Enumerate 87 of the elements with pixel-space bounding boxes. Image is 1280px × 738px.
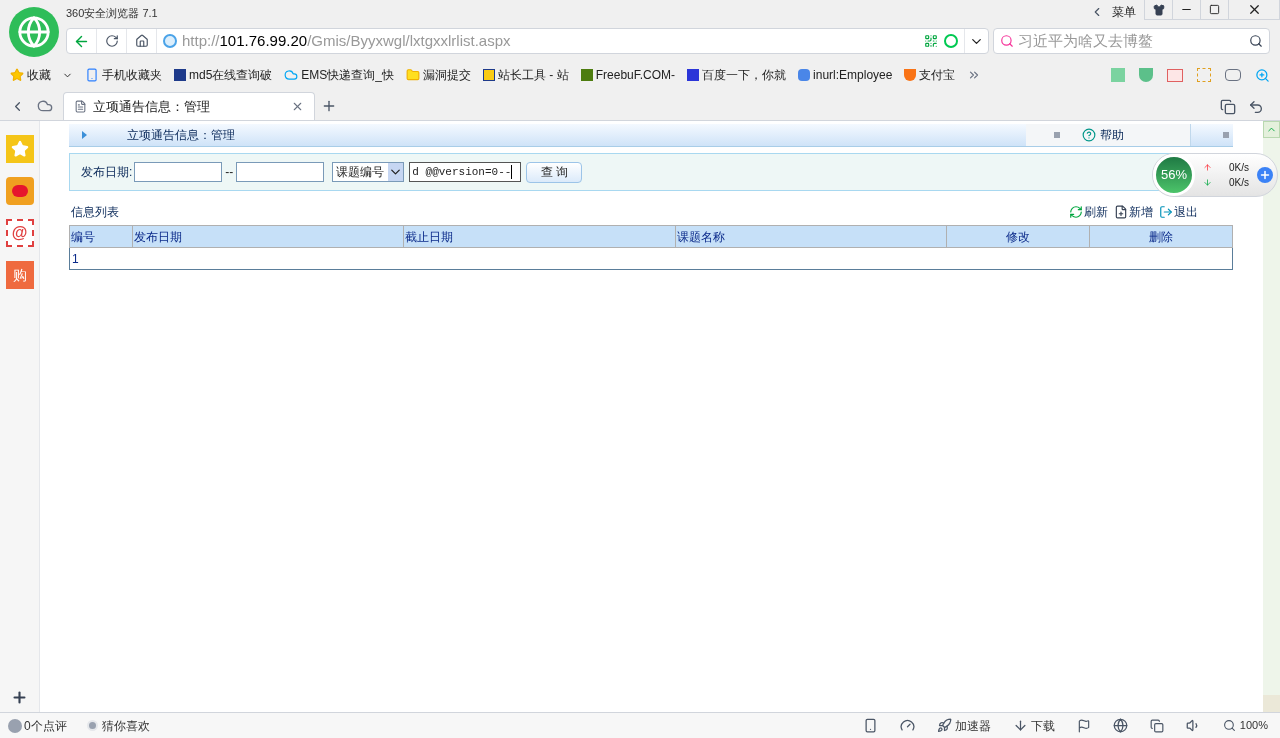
download-speed: 0K/s	[1229, 176, 1249, 190]
help-label: 帮助	[1100, 127, 1124, 144]
browser-logo[interactable]	[9, 7, 59, 57]
phone-icon[interactable]	[862, 718, 878, 733]
menu-button[interactable]: 菜单	[1112, 3, 1136, 21]
search-icon[interactable]	[1222, 719, 1236, 732]
cloud-icon[interactable]	[37, 98, 53, 114]
download-link[interactable]: 下载	[1030, 716, 1055, 735]
reload-icon	[104, 34, 119, 48]
table-cell: 1	[69, 247, 133, 270]
star-icon	[10, 68, 24, 82]
exit-icon	[1159, 205, 1173, 219]
refresh-icon	[1069, 205, 1083, 219]
bookmark-link[interactable]: 支付宝	[919, 66, 956, 84]
header-title: 立项通告信息：管理	[127, 127, 235, 144]
shirt-icon	[1152, 3, 1165, 16]
triangle-icon	[82, 131, 87, 139]
select-value: 课题编号	[336, 164, 386, 181]
site-icon	[163, 34, 177, 48]
phone-icon	[85, 68, 99, 82]
tab-title: 立项通告信息：管理	[93, 97, 211, 116]
speedometer-icon[interactable]	[899, 718, 915, 733]
search-field[interactable]: 习近平为啥又去博鳌	[993, 28, 1270, 54]
add-icon[interactable]	[11, 689, 28, 706]
bookmark-link[interactable]: 收藏	[27, 66, 51, 84]
date-separator: --	[225, 164, 234, 181]
mail-icon[interactable]: @	[5, 219, 34, 247]
memory-gauge[interactable]: 56%	[1153, 154, 1195, 196]
home-icon	[134, 34, 149, 48]
url-text: http://101.76.99.20/Gmis/Byyxwgl/lxtgxxlrlist.aspx	[182, 30, 511, 51]
toolbar-link[interactable]: 退出	[1174, 203, 1198, 221]
recommend-link[interactable]: 猜你喜欢	[101, 716, 150, 735]
toolbar-link[interactable]: 刷新	[1084, 203, 1108, 221]
window-icon[interactable]	[1149, 718, 1164, 733]
upload-icon	[1203, 163, 1212, 172]
download-icon	[1203, 178, 1212, 187]
document-icon	[74, 100, 87, 113]
help-icon	[1082, 128, 1096, 142]
column-header: 课题名称	[675, 225, 947, 248]
accelerator-link[interactable]: 加速器	[954, 716, 991, 735]
download-icon[interactable]	[1012, 718, 1028, 733]
bookmark-link[interactable]: md5在线查询破	[189, 66, 273, 84]
help-tab[interactable]: 帮助	[1026, 124, 1191, 146]
column-header: 截止日期	[403, 225, 676, 248]
new-document-icon	[1114, 205, 1128, 219]
qr-code-icon[interactable]	[924, 34, 938, 48]
column-header: 发布日期	[132, 225, 404, 248]
tabs-icon[interactable]	[1220, 99, 1236, 115]
column-header: 编号	[69, 225, 133, 248]
bookmark-link[interactable]: 漏洞提交	[423, 66, 472, 84]
bookmark-link[interactable]: inurl:Employee	[813, 66, 893, 84]
search-icon[interactable]	[1249, 34, 1263, 48]
bookmark-link[interactable]: 百度一下，你就	[702, 66, 787, 84]
browser-mode-icon[interactable]	[1112, 718, 1128, 733]
bookmark-link[interactable]: 站长工具 - 站	[498, 66, 569, 84]
search-input[interactable]: 习近平为啥又去博鳌	[1018, 29, 1249, 53]
filter-label: 发布日期:	[81, 164, 133, 181]
zoom-icon[interactable]	[1255, 67, 1270, 83]
zoom-level[interactable]: 100%	[1239, 717, 1268, 734]
speed-widget[interactable]: 56% 0K/s 0K/s	[1152, 153, 1278, 197]
bookmark-link[interactable]: EMS快递查询_快	[301, 66, 395, 84]
start-date-input[interactable]	[134, 162, 223, 182]
rocket-icon[interactable]	[936, 718, 952, 733]
end-date-input[interactable]	[236, 162, 325, 182]
browser-tab[interactable]: 立项通告信息：管理	[63, 92, 315, 120]
flag-icon[interactable]	[1076, 718, 1091, 733]
upload-speed: 0K/s	[1229, 161, 1249, 175]
column-header: 修改	[946, 225, 1090, 248]
maximize-icon	[1209, 4, 1220, 15]
address-bar[interactable]: http://101.76.99.20/Gmis/Byyxwgl/lxtgxxlrlist.aspx	[66, 28, 989, 54]
column-header: 删除	[1089, 225, 1233, 248]
new-tab-icon[interactable]	[321, 98, 337, 114]
shield-icon	[904, 69, 917, 81]
undo-icon[interactable]	[1248, 99, 1264, 115]
toolbar-link[interactable]: 新增	[1129, 203, 1153, 221]
close-icon[interactable]	[291, 100, 304, 113]
reviews-link[interactable]: 0个点评	[24, 716, 67, 735]
query-button[interactable]: 查 询	[526, 161, 583, 183]
cloud-icon	[284, 68, 299, 82]
query-input[interactable]: d @@version=0--	[409, 162, 522, 182]
scrollbar-corner	[1263, 695, 1280, 712]
bookmark-link[interactable]: 手机收藏夹	[102, 66, 162, 84]
bookmark-link[interactable]: FreebuF.COM-	[595, 66, 676, 84]
field-select[interactable]: 课题编号	[332, 162, 405, 182]
window-title: 360安全浏览器 7.1	[66, 6, 158, 21]
folder-icon	[406, 68, 421, 82]
list-title: 信息列表	[71, 204, 119, 221]
